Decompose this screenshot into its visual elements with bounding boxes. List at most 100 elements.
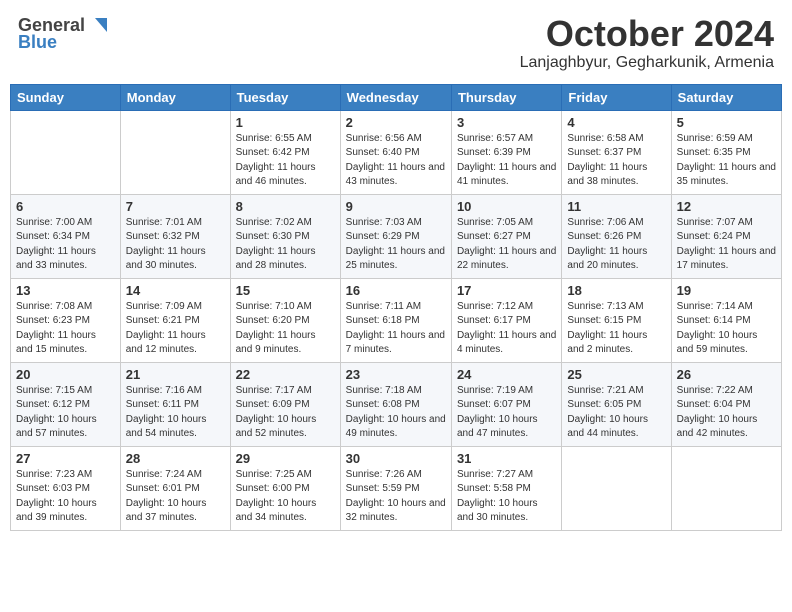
sunrise-text: Sunrise: 7:06 AM <box>567 216 665 231</box>
day-number: 28 <box>126 451 225 466</box>
sunset-text: Sunset: 6:23 PM <box>16 314 115 329</box>
sunset-text: Sunset: 6:40 PM <box>346 146 446 161</box>
location-title: Lanjaghbyur, Gegharkunik, Armenia <box>520 54 774 72</box>
sunrise-text: Sunrise: 7:03 AM <box>346 216 446 231</box>
sunrise-text: Sunrise: 7:01 AM <box>126 216 225 231</box>
header-friday: Friday <box>562 84 671 110</box>
day-info: Sunrise: 7:00 AMSunset: 6:34 PMDaylight:… <box>16 216 115 274</box>
sunrise-text: Sunrise: 7:26 AM <box>346 468 446 483</box>
header-monday: Monday <box>120 84 230 110</box>
day-info: Sunrise: 7:15 AMSunset: 6:12 PMDaylight:… <box>16 384 115 442</box>
day-number: 8 <box>236 199 335 214</box>
day-info: Sunrise: 7:17 AMSunset: 6:09 PMDaylight:… <box>236 384 335 442</box>
logo-icon <box>87 14 109 36</box>
day-number: 1 <box>236 115 335 130</box>
month-title: October 2024 <box>520 14 774 54</box>
day-info: Sunrise: 7:03 AMSunset: 6:29 PMDaylight:… <box>346 216 446 274</box>
day-info: Sunrise: 7:10 AMSunset: 6:20 PMDaylight:… <box>236 300 335 358</box>
day-number: 4 <box>567 115 665 130</box>
calendar-cell: 1Sunrise: 6:55 AMSunset: 6:42 PMDaylight… <box>230 110 340 194</box>
day-info: Sunrise: 7:01 AMSunset: 6:32 PMDaylight:… <box>126 216 225 274</box>
week-row-3: 13Sunrise: 7:08 AMSunset: 6:23 PMDayligh… <box>11 278 782 362</box>
calendar-cell: 11Sunrise: 7:06 AMSunset: 6:26 PMDayligh… <box>562 194 671 278</box>
calendar-cell: 14 Sunrise: 7:09 AMSunset: 6:21 PMDayligh… <box>120 278 230 362</box>
sunrise-text: Sunrise: 7:08 AM <box>16 300 115 315</box>
day-number: 15 <box>236 283 335 298</box>
day-number: 25 <box>567 367 665 382</box>
calendar-cell: 19Sunrise: 7:14 AMSunset: 6:14 PMDayligh… <box>671 278 781 362</box>
daylight-text: Daylight: 10 hours and 54 minutes. <box>126 413 225 442</box>
sunset-text: Sunset: 6:24 PM <box>677 230 776 245</box>
day-number: 2 <box>346 115 446 130</box>
logo-blue-text: Blue <box>18 32 57 53</box>
sunrise-text: Sunrise: 7:23 AM <box>16 468 115 483</box>
sunset-text: Sunset: 6:03 PM <box>16 482 115 497</box>
day-info: Sunrise: 7:27 AMSunset: 5:58 PMDaylight:… <box>457 468 556 526</box>
calendar-cell: 17Sunrise: 7:12 AMSunset: 6:17 PMDayligh… <box>451 278 561 362</box>
sunset-text: Sunset: 6:00 PM <box>236 482 335 497</box>
sunrise-text: Sunrise: 7:18 AM <box>346 384 446 399</box>
calendar-cell: 28 Sunrise: 7:24 AMSunset: 6:01 PMDayligh… <box>120 446 230 530</box>
daylight-text: Daylight: 10 hours and 47 minutes. <box>457 413 556 442</box>
sunrise-text: Sunrise: 6:58 AM <box>567 132 665 147</box>
sunset-text: Sunset: 6:01 PM <box>126 482 225 497</box>
daylight-text: Daylight: 10 hours and 42 minutes. <box>677 413 776 442</box>
day-number: 6 <box>16 199 115 214</box>
daylight-text: Daylight: 11 hours and 4 minutes. <box>457 329 556 358</box>
sunrise-text: Sunrise: 7:13 AM <box>567 300 665 315</box>
daylight-text: Daylight: 11 hours and 7 minutes. <box>346 329 446 358</box>
daylight-text: Daylight: 11 hours and 46 minutes. <box>236 161 335 190</box>
daylight-text: Daylight: 10 hours and 44 minutes. <box>567 413 665 442</box>
sunrise-text: Sunrise: 7:17 AM <box>236 384 335 399</box>
day-info: Sunrise: 7:23 AMSunset: 6:03 PMDaylight:… <box>16 468 115 526</box>
day-number: 17 <box>457 283 556 298</box>
sunset-text: Sunset: 6:37 PM <box>567 146 665 161</box>
day-number: 3 <box>457 115 556 130</box>
day-info: Sunrise: 7:09 AMSunset: 6:21 PMDaylight:… <box>126 300 225 358</box>
calendar-cell: 24Sunrise: 7:19 AMSunset: 6:07 PMDayligh… <box>451 362 561 446</box>
daylight-text: Daylight: 11 hours and 17 minutes. <box>677 245 776 274</box>
calendar-cell: 25Sunrise: 7:21 AMSunset: 6:05 PMDayligh… <box>562 362 671 446</box>
calendar-cell: 7Sunrise: 7:01 AMSunset: 6:32 PMDaylight… <box>120 194 230 278</box>
daylight-text: Daylight: 11 hours and 20 minutes. <box>567 245 665 274</box>
calendar-header-row: SundayMondayTuesdayWednesdayThursdayFrid… <box>11 84 782 110</box>
calendar-cell <box>562 446 671 530</box>
sunrise-text: Sunrise: 7:02 AM <box>236 216 335 231</box>
day-number: 29 <box>236 451 335 466</box>
sunrise-text: Sunrise: 7:16 AM <box>126 384 225 399</box>
sunrise-text: Sunrise: 7:11 AM <box>346 300 446 315</box>
calendar-cell <box>671 446 781 530</box>
daylight-text: Daylight: 11 hours and 25 minutes. <box>346 245 446 274</box>
daylight-text: Daylight: 11 hours and 28 minutes. <box>236 245 335 274</box>
day-number: 26 <box>677 367 776 382</box>
week-row-1: 1Sunrise: 6:55 AMSunset: 6:42 PMDaylight… <box>11 110 782 194</box>
daylight-text: Daylight: 11 hours and 38 minutes. <box>567 161 665 190</box>
day-info: Sunrise: 7:22 AMSunset: 6:04 PMDaylight:… <box>677 384 776 442</box>
sunrise-text: Sunrise: 7:24 AM <box>126 468 225 483</box>
calendar-cell: 8Sunrise: 7:02 AMSunset: 6:30 PMDaylight… <box>230 194 340 278</box>
page-header: General Blue October 2024 Lanjaghbyur, G… <box>10 10 782 76</box>
sunrise-text: Sunrise: 7:05 AM <box>457 216 556 231</box>
sunset-text: Sunset: 6:04 PM <box>677 398 776 413</box>
sunset-text: Sunset: 6:26 PM <box>567 230 665 245</box>
daylight-text: Daylight: 11 hours and 30 minutes. <box>126 245 225 274</box>
calendar-cell: 5Sunrise: 6:59 AMSunset: 6:35 PMDaylight… <box>671 110 781 194</box>
daylight-text: Daylight: 10 hours and 34 minutes. <box>236 497 335 526</box>
sunset-text: Sunset: 6:05 PM <box>567 398 665 413</box>
day-number: 14 <box>126 283 225 298</box>
daylight-text: Daylight: 10 hours and 37 minutes. <box>126 497 225 526</box>
week-row-4: 20Sunrise: 7:15 AMSunset: 6:12 PMDayligh… <box>11 362 782 446</box>
day-number: 21 <box>126 367 225 382</box>
day-info: Sunrise: 7:25 AMSunset: 6:00 PMDaylight:… <box>236 468 335 526</box>
day-info: Sunrise: 7:14 AMSunset: 6:14 PMDaylight:… <box>677 300 776 358</box>
calendar-cell: 9Sunrise: 7:03 AMSunset: 6:29 PMDaylight… <box>340 194 451 278</box>
daylight-text: Daylight: 10 hours and 49 minutes. <box>346 413 446 442</box>
day-info: Sunrise: 7:06 AMSunset: 6:26 PMDaylight:… <box>567 216 665 274</box>
sunset-text: Sunset: 6:18 PM <box>346 314 446 329</box>
sunset-text: Sunset: 6:17 PM <box>457 314 556 329</box>
sunset-text: Sunset: 6:15 PM <box>567 314 665 329</box>
day-info: Sunrise: 7:13 AMSunset: 6:15 PMDaylight:… <box>567 300 665 358</box>
day-number: 22 <box>236 367 335 382</box>
calendar-cell: 15 Sunrise: 7:10 AMSunset: 6:20 PMDayligh… <box>230 278 340 362</box>
daylight-text: Daylight: 10 hours and 57 minutes. <box>16 413 115 442</box>
